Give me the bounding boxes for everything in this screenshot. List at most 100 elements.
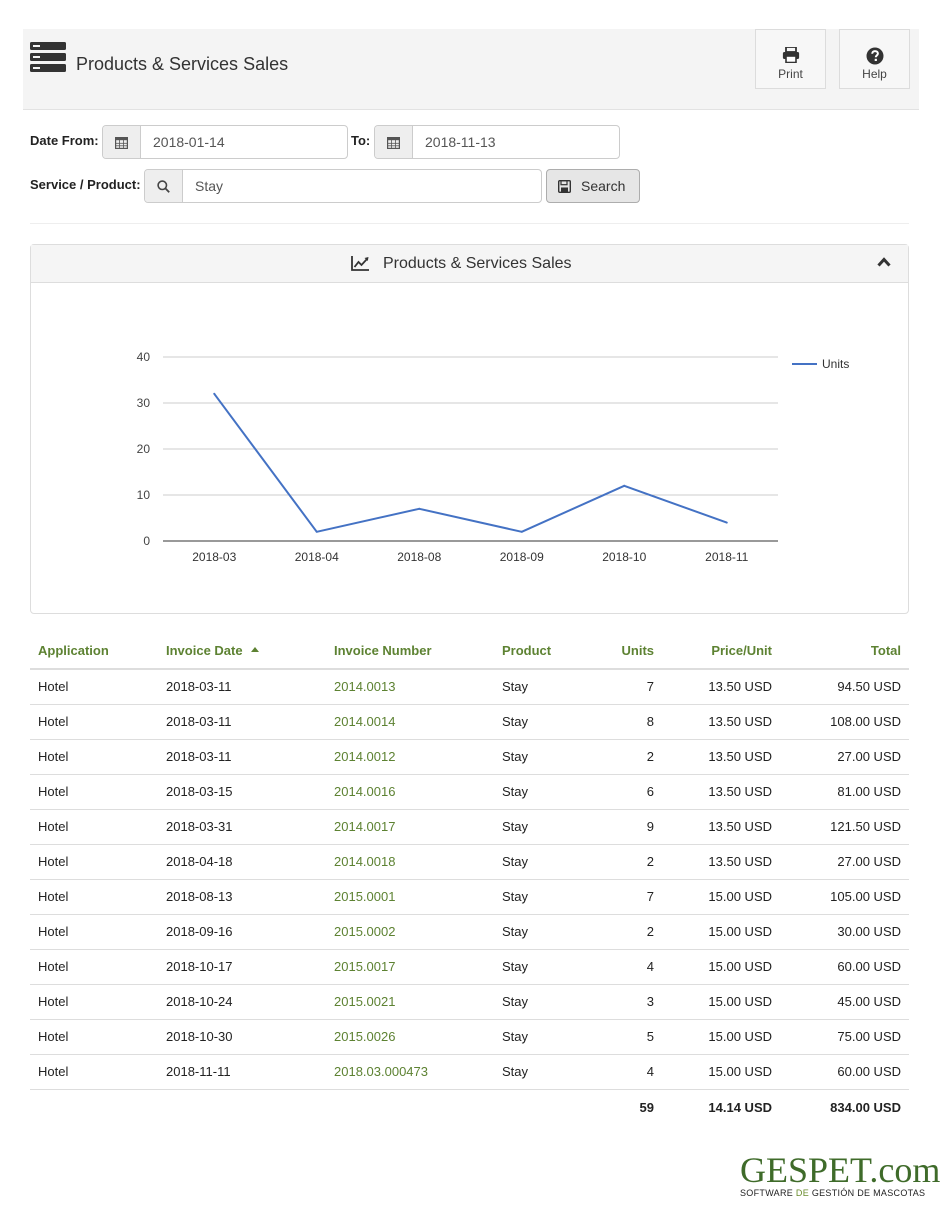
print-button[interactable]: Print [755,29,826,89]
cell-invoice-number[interactable]: 2014.0018 [326,843,494,879]
cell-application: Hotel [30,948,158,984]
cell-units: 2 [574,913,662,949]
x-tick-label: 2018-04 [295,550,339,564]
y-tick-label: 0 [143,534,150,548]
cell-application: Hotel [30,1053,158,1089]
table-header-row: Application Invoice Date Invoice Number … [30,632,909,670]
service-product-input[interactable] [183,170,541,202]
cell-application: Hotel [30,1018,158,1054]
cell-invoice-number[interactable]: 2015.0017 [326,948,494,984]
date-from-input[interactable] [141,126,347,158]
cell-invoice-number[interactable]: 2015.0026 [326,1018,494,1054]
cell-product: Stay [494,773,574,809]
col-units[interactable]: Units [574,632,662,670]
cell-product: Stay [494,703,574,739]
cell-application: Hotel [30,843,158,879]
cell-total: 105.00 USD [780,878,909,914]
cell-invoice-number[interactable]: 2015.0021 [326,983,494,1019]
cell-invoice-number[interactable]: 2018.03.000473 [326,1053,494,1089]
cell-invoice-date: 2018-04-18 [158,843,326,879]
col-product[interactable]: Product [494,632,574,670]
cell-invoice-date: 2018-08-13 [158,878,326,914]
table-row: Hotel 2018-03-11 2014.0013 Stay 7 13.50 USD 94… [30,669,909,704]
cell-price-unit: 13.50 USD [662,773,780,809]
cell-invoice-date: 2018-03-31 [158,808,326,844]
x-tick-label: 2018-03 [192,550,236,564]
help-button[interactable]: Help [839,29,910,89]
x-tick-label: 2018-10 [602,550,646,564]
cell-invoice-date: 2018-09-16 [158,913,326,949]
cell-price-unit: 13.50 USD [662,738,780,774]
cell-price-unit: 15.00 USD [662,983,780,1019]
table-row: Hotel 2018-03-31 2014.0017 Stay 9 13.50 USD 12… [30,808,909,844]
cell-total: 108.00 USD [780,703,909,739]
cell-price-unit: 15.00 USD [662,878,780,914]
cell-total: 60.00 USD [780,948,909,984]
cell-application: Hotel [30,983,158,1019]
data-point [418,507,421,510]
chart-panel-header: Products & Services Sales [31,245,908,283]
table-row: Hotel 2018-04-18 2014.0018 Stay 2 13.50 USD 27… [30,843,909,879]
cell-invoice-date: 2018-03-11 [158,738,326,774]
cell-units: 7 [574,878,662,914]
calendar-icon[interactable] [103,126,141,158]
data-point [623,484,626,487]
cell-application: Hotel [30,913,158,949]
cell-product: Stay [494,948,574,984]
line-chart-icon [351,256,369,271]
help-icon [866,47,884,65]
search-button[interactable]: Search [546,169,640,203]
cell-application: Hotel [38,679,69,695]
cell-invoice-number[interactable]: 2014.0012 [326,738,494,774]
cell-product: Stay [494,878,574,914]
col-price-unit[interactable]: Price/Unit [662,632,780,670]
cell-price-unit: 13.50 USD [662,843,780,879]
logo-tagline: SOFTWARE DE GESTIÓN DE MASCOTAS [740,1188,926,1198]
date-from-field[interactable] [102,125,348,159]
cell-units: 2 [574,843,662,879]
cell-invoice-number[interactable]: 2014.0016 [326,773,494,809]
col-application[interactable]: Application [30,632,158,670]
table-row: Hotel 2018-10-24 2015.0021 Stay 3 15.00 USD 45… [30,983,909,1019]
cell-invoice-date: 2018-10-30 [158,1018,326,1054]
cell-total: 81.00 USD [780,773,909,809]
cell-product: Stay [494,1018,574,1054]
table-row: Hotel 2018-03-11 2014.0012 Stay 2 13.50 USD 27… [30,738,909,774]
chart-panel: Products & Services Sales 0 10 20 30 40 2018-… [30,244,909,614]
col-invoice-date[interactable]: Invoice Date [158,632,326,670]
cell-application: Hotel [30,738,158,774]
cell-application: Hotel [30,878,158,914]
average-price: 14.14 USD [662,1088,780,1125]
cell-total: 121.50 USD [780,808,909,844]
cell-invoice-number[interactable]: 2014.0017 [326,808,494,844]
cell-invoice-number[interactable]: 2014.0014 [326,703,494,739]
cell-price-unit: 15.00 USD [662,1053,780,1089]
series-line-units [213,393,728,533]
cell-product: Stay [494,913,574,949]
totals-row: 59 14.14 USD 834.00 USD [30,1088,909,1125]
cell-invoice-date: 2018-10-24 [158,983,326,1019]
date-to-input[interactable] [413,126,619,158]
calendar-icon[interactable] [375,126,413,158]
cell-units: 3 [574,983,662,1019]
col-total[interactable]: Total [780,632,909,670]
date-to-field[interactable] [374,125,620,159]
logo-text: GESPET.com [740,1150,941,1190]
cell-invoice-number[interactable]: 2014.0013 [326,669,494,704]
cell-invoice-number[interactable]: 2015.0001 [326,878,494,914]
divider [30,223,909,224]
y-tick-label: 40 [137,350,151,364]
cell-total: 94.50 USD [837,679,901,695]
units-line-chart: 0 10 20 30 40 2018-03 2018-04 2018-08 2018-09 201… [137,350,850,564]
col-invoice-number[interactable]: Invoice Number [326,632,494,670]
cell-price-unit: 15.00 USD [662,913,780,949]
y-tick-label: 30 [137,396,151,410]
date-from-label: Date From: [30,133,99,148]
cell-invoice-number[interactable]: 2015.0002 [326,913,494,949]
chevron-up-icon[interactable] [877,257,891,267]
cell-invoice-date: 2018-03-11 [158,703,326,739]
x-tick-label: 2018-09 [500,550,544,564]
cell-invoice-date: 2018-03-15 [158,773,326,809]
help-label: Help [862,67,887,81]
service-product-field[interactable] [144,169,542,203]
